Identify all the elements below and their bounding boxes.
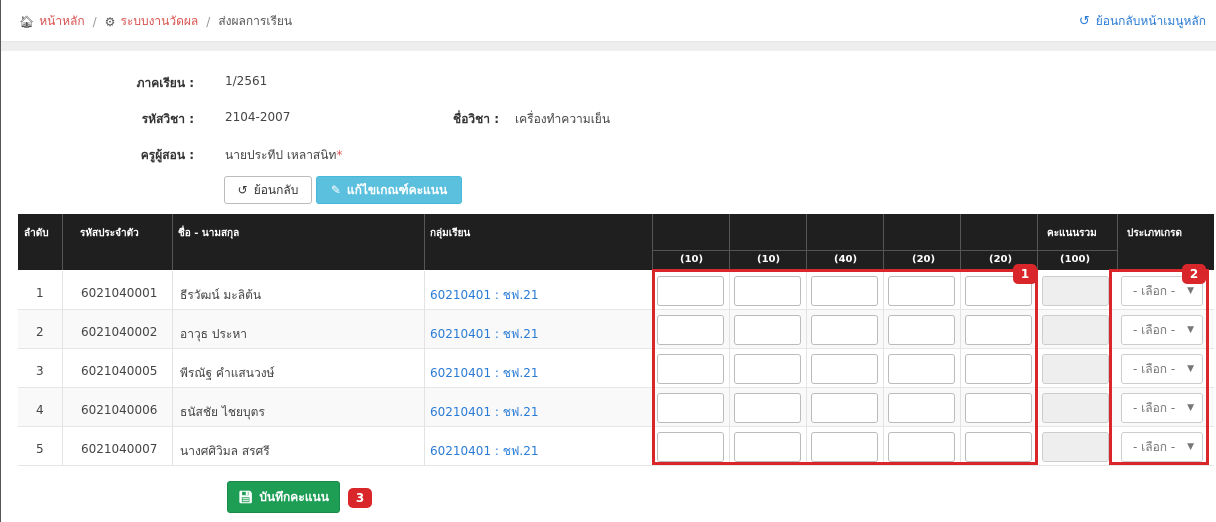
row-group-link[interactable]: 60210401 : ชฟ.21	[430, 364, 538, 383]
total-score-field	[1042, 432, 1109, 462]
undo-icon: ↺	[237, 183, 248, 197]
column-divider	[172, 271, 173, 466]
header-col-divider	[806, 214, 807, 270]
row-no: 5	[36, 442, 44, 456]
annotation-badge-3: 3	[348, 488, 372, 508]
home-icon: 🏠︎	[19, 14, 35, 29]
header-divider-line	[652, 250, 1118, 251]
header-col-divider	[652, 214, 653, 270]
score-inputs-highlight	[652, 269, 1038, 465]
col-header-no: ลำดับ	[24, 228, 49, 239]
teacher-label: ครูผู้สอน :	[140, 148, 194, 162]
total-score-field	[1042, 354, 1109, 384]
edit-icon: ✎	[330, 183, 341, 197]
header-col-divider	[1037, 214, 1038, 270]
total-score-field	[1042, 315, 1109, 345]
table-header	[18, 214, 1214, 270]
cogs-icon: ⚙	[104, 14, 116, 29]
save-scores-button[interactable]: 💾︎ บันทึกคะแนน	[227, 481, 340, 513]
back-button-label: ย้อนกลับ	[253, 182, 299, 197]
row-student-name: นางศศิวิมล สรศรี	[180, 444, 270, 458]
total-score-field	[1042, 276, 1109, 306]
save-icon: 💾︎	[238, 490, 254, 504]
col-header-total: คะแนนรวม	[1047, 228, 1097, 239]
teacher-name: นายประทีป เหลาสนิท	[225, 148, 337, 162]
header-col-divider	[729, 214, 730, 270]
breadcrumb-section-link[interactable]: ระบบงานวัดผล	[120, 12, 198, 31]
column-divider	[424, 271, 425, 466]
score-max-1: (10)	[680, 254, 704, 265]
breadcrumb-home-link[interactable]: หน้าหลัก	[39, 12, 84, 31]
row-student-id: 6021040006	[81, 403, 158, 417]
total-max: (100)	[1060, 254, 1091, 265]
col-header-group: กลุ่มเรียน	[430, 228, 471, 239]
row-no: 3	[36, 364, 44, 378]
score-max-5: (20)	[989, 254, 1013, 265]
row-student-id: 6021040001	[81, 286, 158, 300]
row-no: 4	[36, 403, 44, 417]
subject-name-label: ชื่อวิชา :	[453, 112, 499, 126]
row-group-link[interactable]: 60210401 : ชฟ.21	[430, 442, 538, 461]
row-no: 1	[36, 286, 44, 300]
row-group-link[interactable]: 60210401 : ชฟ.21	[430, 325, 538, 344]
undo-icon: ↺	[1078, 14, 1090, 29]
total-score-field	[1042, 393, 1109, 423]
breadcrumb-current: ส่งผลการเรียน	[218, 14, 293, 28]
row-student-id: 6021040007	[81, 442, 158, 456]
row-student-id: 6021040002	[81, 325, 158, 339]
row-student-name: ธนัสชัย ไชยบุตร	[180, 405, 265, 419]
col-header-name: ชื่อ - นามสกุล	[178, 228, 240, 239]
row-student-id: 6021040005	[81, 364, 158, 378]
edit-criteria-button[interactable]: ✎ แก้ไขเกณฑ์คะแนน	[316, 176, 462, 204]
back-to-main-menu-link[interactable]: ↺ ย้อนกลับหน้าเมนูหลัก	[1079, 12, 1206, 31]
required-mark: *	[336, 148, 343, 162]
column-divider	[62, 271, 63, 466]
top-bar: 🏠︎ หน้าหลัก / ⚙ ระบบงานวัดผล / ส่งผลการเ…	[1, 0, 1216, 42]
save-scores-button-label: บันทึกคะแนน	[259, 489, 329, 504]
breadcrumb: 🏠︎ หน้าหลัก / ⚙ ระบบงานวัดผล / ส่งผลการเ…	[19, 12, 292, 31]
header-col-divider	[172, 214, 173, 270]
breadcrumb-separator: /	[92, 14, 97, 29]
header-col-divider	[1117, 214, 1118, 270]
semester-label: ภาคเรียน :	[136, 76, 194, 90]
col-header-student-id: รหัสประจำตัว	[80, 228, 139, 239]
row-student-name: อาวุธ ประหา	[180, 327, 247, 341]
teacher-value: นายประทีป เหลาสนิท*	[225, 146, 342, 165]
header-col-divider	[960, 214, 961, 270]
header-col-divider	[883, 214, 884, 270]
subject-code-value: 2104-2007	[225, 110, 291, 124]
semester-value: 1/2561	[225, 74, 268, 88]
row-group-link[interactable]: 60210401 : ชฟ.21	[430, 403, 538, 422]
subject-code-label: รหัสวิชา :	[141, 112, 194, 126]
annotation-badge-1: 1	[1013, 264, 1037, 284]
header-divider	[1, 42, 1216, 51]
header-col-divider	[62, 214, 63, 270]
header-col-divider	[424, 214, 425, 270]
row-no: 2	[36, 325, 44, 339]
subject-name-value: เครื่องทำความเย็น	[515, 112, 611, 126]
score-max-3: (40)	[834, 254, 858, 265]
annotation-badge-2: 2	[1182, 264, 1206, 284]
score-max-2: (10)	[757, 254, 781, 265]
back-button[interactable]: ↺ ย้อนกลับ	[224, 176, 312, 204]
back-to-main-menu-label: ย้อนกลับหน้าเมนูหลัก	[1095, 14, 1206, 28]
edit-criteria-button-label: แก้ไขเกณฑ์คะแนน	[346, 182, 448, 197]
grade-type-highlight	[1109, 269, 1209, 465]
breadcrumb-separator: /	[206, 14, 211, 29]
col-header-grade-type: ประเภทเกรด	[1127, 228, 1183, 239]
row-student-name: พีรณัฐ คำแสนวงษ์	[180, 366, 275, 380]
score-max-4: (20)	[912, 254, 936, 265]
row-student-name: ธีรวัฒน์ มะลิต้น	[180, 288, 262, 302]
row-group-link[interactable]: 60210401 : ชฟ.21	[430, 286, 538, 305]
